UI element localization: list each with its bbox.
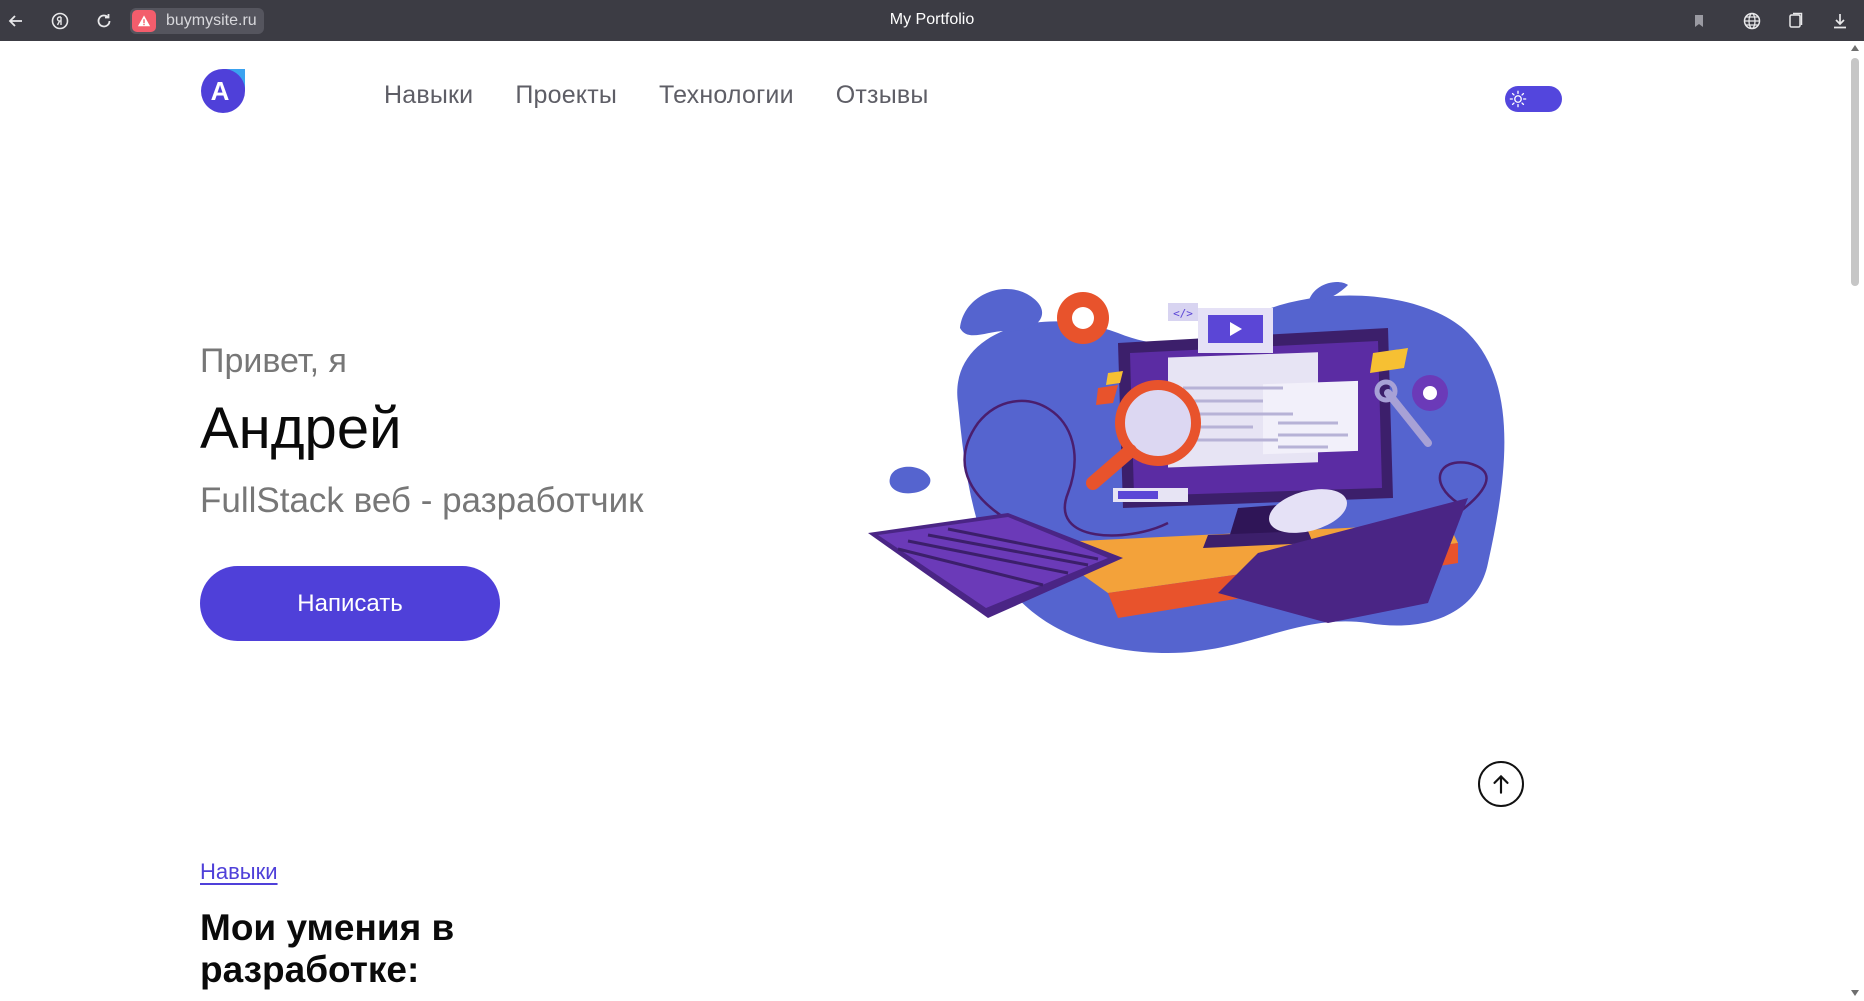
collections-icon[interactable] [1783, 8, 1809, 34]
main-nav: Навыки Проекты Технологии Отзывы [384, 81, 929, 110]
download-icon[interactable] [1827, 8, 1853, 34]
hero-greeting: Привет, я [200, 342, 347, 380]
page: A Навыки Проекты Технологии Отзывы Приве… [0, 41, 1846, 1001]
scroll-thumb[interactable] [1851, 58, 1859, 286]
nav-skills[interactable]: Навыки [384, 81, 473, 110]
skills-section-title: Мои умения в разработке: [200, 907, 455, 990]
bookmark-icon[interactable] [1686, 8, 1712, 34]
browser-toolbar: buymysite.ru My Portfolio [0, 0, 1864, 41]
computer-workspace-illustration: </> [868, 282, 1505, 653]
logo-letter: A [211, 76, 230, 106]
nav-projects[interactable]: Проекты [515, 81, 617, 110]
nav-technologies[interactable]: Технологии [659, 81, 794, 110]
small-blob [889, 466, 931, 494]
scroll-down-icon[interactable] [1850, 989, 1860, 997]
hero-name: Андрей [200, 396, 402, 461]
contact-button[interactable]: Написать [200, 566, 500, 641]
scroll-to-top-button[interactable] [1478, 761, 1524, 807]
globe-icon[interactable] [1739, 8, 1765, 34]
skills-section-tag[interactable]: Навыки [200, 859, 278, 885]
logo[interactable]: A [200, 68, 246, 114]
sun-icon [1508, 89, 1528, 109]
nav-reviews[interactable]: Отзывы [836, 81, 929, 110]
tab-title: My Portfolio [889, 11, 975, 28]
hero-role: FullStack веб - разработчик [200, 481, 644, 520]
svg-text:</>: </> [1173, 307, 1193, 320]
scroll-up-icon[interactable] [1850, 44, 1860, 52]
page-scrollbar[interactable] [1846, 41, 1864, 1001]
theme-toggle[interactable] [1505, 86, 1562, 112]
arrow-up-icon [1493, 774, 1509, 794]
